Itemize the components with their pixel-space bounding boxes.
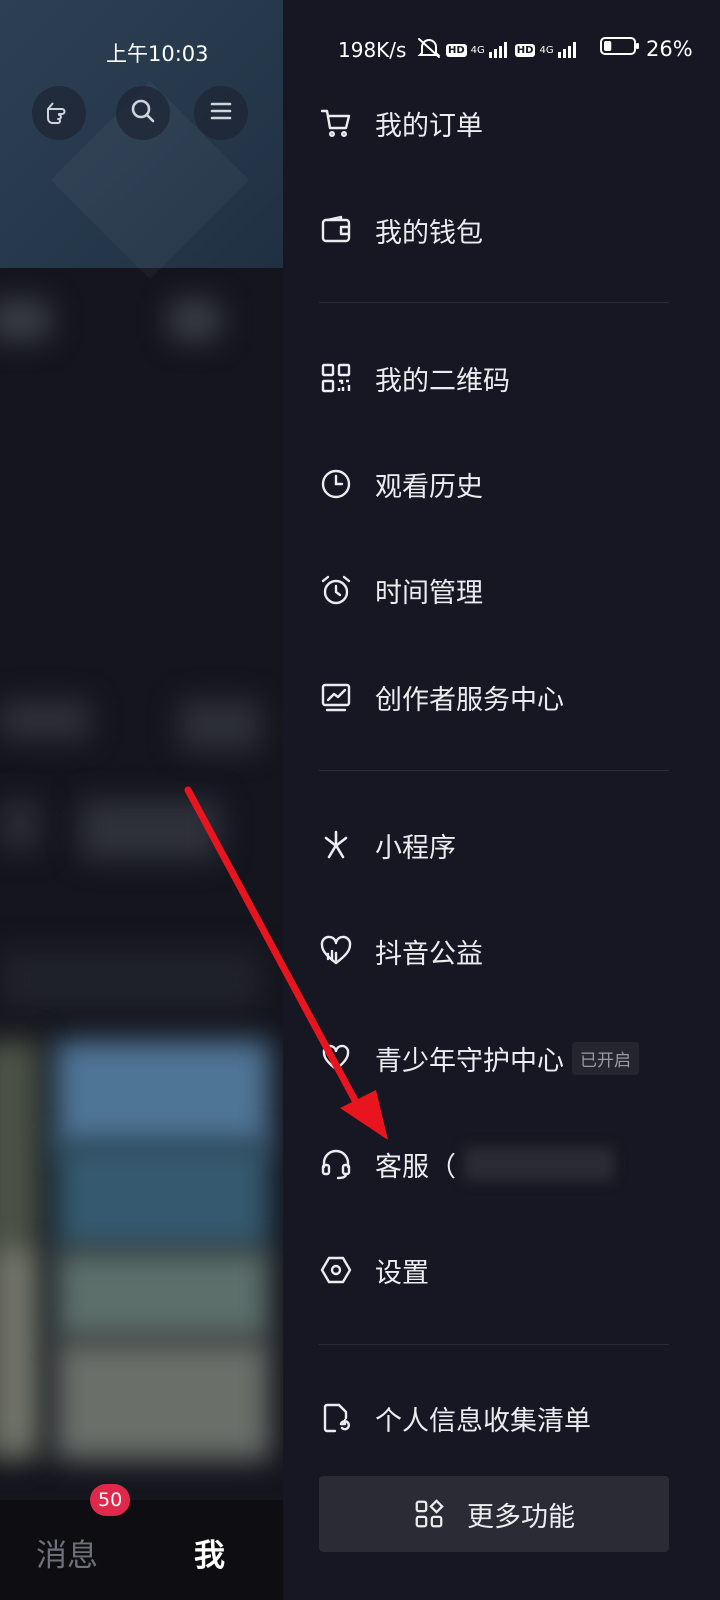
menu-item-label: 我的二维码 [375, 365, 510, 397]
menu-item-time-management[interactable]: 时间管理 [319, 560, 679, 620]
search-button[interactable] [116, 86, 170, 140]
divider [319, 1344, 669, 1345]
menu-item-orders[interactable]: 我的订单 [319, 93, 679, 153]
menu-item-charity[interactable]: 抖音公益 [319, 921, 679, 981]
tab-me[interactable]: 我 [194, 1530, 225, 1575]
signal-2: 4G [539, 44, 554, 56]
hd-icon: HD [446, 44, 467, 57]
menu-item-history[interactable]: 观看历史 [319, 454, 679, 514]
wallet-icon [319, 213, 353, 247]
menu-item-customer-service[interactable]: 客服（ [319, 1134, 679, 1194]
more-features-button[interactable]: 更多功能 [319, 1476, 669, 1552]
mute-bell-icon [416, 36, 442, 65]
menu-item-settings[interactable]: 设置 [319, 1240, 679, 1300]
menu-item-wallet[interactable]: 我的钱包 [319, 200, 679, 260]
divider [319, 770, 669, 771]
menu-item-label: 设置 [375, 1257, 429, 1289]
menu-item-label: 创作者服务中心 [375, 684, 564, 716]
grid-plus-icon [413, 1498, 445, 1530]
side-drawer: 我的订单 我的钱包 我的二维码 观看历史 时间管理 创作者服务中心 小程序 抖音… [283, 0, 720, 1600]
bottom-nav: 消息 我 [0, 1500, 283, 1600]
search-icon [128, 96, 158, 130]
battery-percent: 26% [646, 36, 693, 61]
signal-1: 4G [470, 44, 485, 56]
menu-item-label: 观看历史 [375, 471, 483, 503]
heart-icon [319, 934, 353, 968]
menu-item-label: 抖音公益 [375, 938, 483, 970]
battery-icon [600, 36, 640, 61]
menu-item-label: 个人信息收集清单 [375, 1405, 591, 1437]
hd-icon: HD [514, 44, 536, 57]
menu-icon [206, 96, 236, 130]
shield-heart-icon [319, 1041, 353, 1075]
status-time: 上午10:03 [106, 42, 209, 66]
redacted-text [464, 1147, 614, 1181]
cart-icon [319, 106, 353, 140]
status-icons: HD 4G HD 4G [416, 36, 580, 65]
menu-item-qrcode[interactable]: 我的二维码 [319, 348, 679, 408]
chart-monitor-icon [319, 680, 353, 714]
pointing-hand-icon [44, 96, 74, 130]
asterisk-icon [319, 828, 353, 862]
signal-bars-icon [557, 39, 580, 63]
share-hand-button[interactable] [32, 86, 86, 140]
headset-icon [319, 1147, 353, 1181]
messages-badge: 50 [90, 1484, 131, 1516]
network-speed: 198K/s [338, 38, 407, 62]
menu-item-mini-programs[interactable]: 小程序 [319, 815, 679, 875]
divider [319, 302, 669, 303]
status-badge: 已开启 [572, 1041, 639, 1075]
menu-item-label: 我的钱包 [375, 217, 483, 249]
menu-item-label: 我的订单 [375, 110, 483, 142]
tab-messages[interactable]: 消息 [36, 1530, 98, 1575]
menu-item-label: 时间管理 [375, 577, 483, 609]
menu-item-label: 客服（ [375, 1151, 456, 1183]
status-bar: 上午10:03 198K/s HD 4G HD 4G 26% [0, 0, 720, 92]
menu-item-youth-protection[interactable]: 青少年守护中心 已开启 [319, 1028, 679, 1088]
clock-icon [319, 467, 353, 501]
signal-bars-icon [488, 39, 511, 63]
settings-hex-icon [319, 1253, 353, 1287]
alarm-icon [319, 573, 353, 607]
more-features-label: 更多功能 [467, 1501, 575, 1533]
menu-item-personal-info-list[interactable]: 个人信息收集清单 [319, 1388, 679, 1448]
menu-item-creator-center[interactable]: 创作者服务中心 [319, 667, 679, 727]
menu-item-label: 小程序 [375, 832, 456, 864]
menu-button[interactable] [194, 86, 248, 140]
doc-refresh-icon [319, 1401, 353, 1435]
background-page [0, 0, 283, 1600]
menu-item-label: 青少年守护中心 [375, 1045, 564, 1077]
qrcode-icon [319, 361, 353, 395]
battery: 26% [600, 36, 693, 61]
